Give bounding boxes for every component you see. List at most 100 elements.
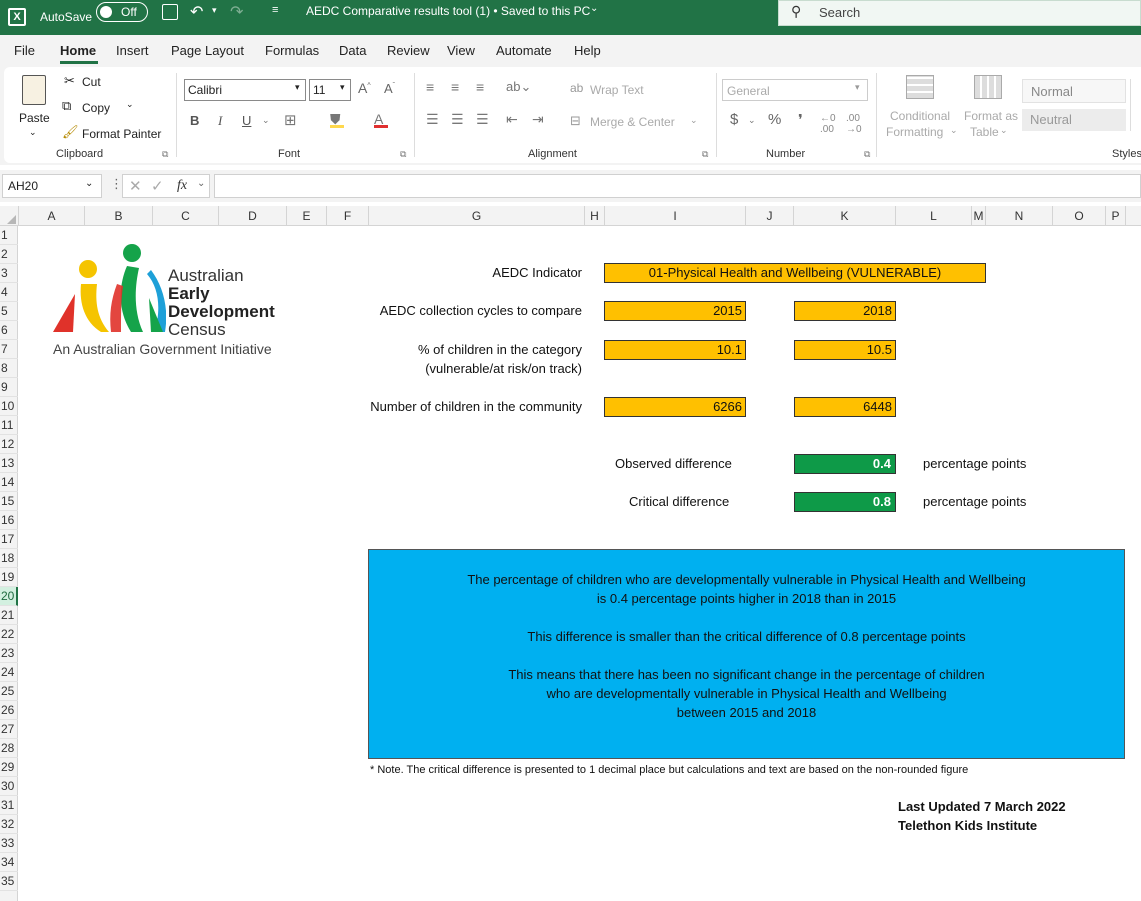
- row-header[interactable]: 10: [0, 397, 18, 416]
- observed-diff-cell[interactable]: 0.4: [794, 454, 896, 474]
- percent-icon[interactable]: %: [768, 111, 781, 128]
- row-header[interactable]: 11: [0, 416, 18, 435]
- paste-button[interactable]: Paste ⌄: [14, 71, 54, 143]
- row-header[interactable]: 7: [0, 340, 18, 359]
- row-header[interactable]: 21: [0, 606, 18, 625]
- tab-file[interactable]: File: [14, 43, 35, 58]
- row-header[interactable]: 28: [0, 739, 18, 758]
- document-title[interactable]: AEDC Comparative results tool (1) • Save…: [306, 4, 590, 18]
- row-header[interactable]: 27: [0, 720, 18, 739]
- cycle-1-input[interactable]: 2015: [604, 301, 746, 321]
- num-cycle-2-cell[interactable]: 6448: [794, 397, 896, 417]
- format-as-table-icon[interactable]: [974, 75, 1002, 99]
- italic-icon[interactable]: I: [218, 113, 222, 129]
- tab-page-layout[interactable]: Page Layout: [171, 43, 244, 58]
- cut-button[interactable]: Cut: [82, 75, 101, 89]
- orientation-icon[interactable]: ab⌄: [506, 79, 531, 95]
- insert-function-icon[interactable]: fx: [177, 178, 187, 194]
- select-all-corner[interactable]: [0, 206, 19, 226]
- bold-icon[interactable]: B: [190, 113, 199, 128]
- undo-icon[interactable]: ↶: [190, 2, 203, 22]
- column-header[interactable]: M: [972, 206, 986, 226]
- column-header[interactable]: B: [85, 206, 153, 226]
- excel-app-icon[interactable]: X: [8, 8, 26, 26]
- redo-icon[interactable]: ↷: [230, 2, 243, 22]
- currency-icon[interactable]: $: [730, 111, 738, 128]
- row-header[interactable]: 35: [0, 872, 18, 891]
- row-header[interactable]: 34: [0, 853, 18, 872]
- column-header[interactable]: I: [605, 206, 746, 226]
- row-header[interactable]: 29: [0, 758, 18, 777]
- format-painter-button[interactable]: Format Painter: [82, 127, 161, 141]
- critical-diff-cell[interactable]: 0.8: [794, 492, 896, 512]
- row-header[interactable]: 31: [0, 796, 18, 815]
- decrease-indent-icon[interactable]: ⇤: [506, 111, 518, 128]
- align-center-icon[interactable]: ☰: [451, 111, 464, 128]
- row-header[interactable]: 33: [0, 834, 18, 853]
- copy-dropdown-icon[interactable]: ⌄: [126, 99, 134, 110]
- row-header[interactable]: 12: [0, 435, 18, 454]
- cancel-icon[interactable]: ✕: [129, 177, 142, 195]
- font-size-select[interactable]: 11 ▾: [309, 79, 351, 101]
- pct-cycle-2-cell[interactable]: 10.5: [794, 340, 896, 360]
- fill-color-icon[interactable]: ⛊: [330, 111, 344, 128]
- result-message-box[interactable]: The percentage of children who are devel…: [368, 549, 1125, 759]
- row-header[interactable]: 8: [0, 359, 18, 378]
- number-format-select[interactable]: General ▾: [722, 79, 868, 101]
- underline-icon[interactable]: U: [242, 113, 251, 128]
- formula-input[interactable]: [214, 174, 1141, 198]
- row-header[interactable]: 26: [0, 701, 18, 720]
- font-name-select[interactable]: Calibri ▾: [184, 79, 306, 101]
- comma-icon[interactable]: ❜: [798, 111, 803, 129]
- save-icon[interactable]: [162, 4, 178, 20]
- row-header[interactable]: 32: [0, 815, 18, 834]
- indicator-dropdown[interactable]: 01-Physical Health and Wellbeing (VULNER…: [604, 263, 986, 283]
- customize-toolbar-icon[interactable]: ≡: [272, 4, 278, 16]
- row-header[interactable]: 14: [0, 473, 18, 492]
- merge-dropdown-icon[interactable]: ⌄: [690, 115, 698, 126]
- borders-icon[interactable]: ⊞: [284, 111, 297, 129]
- row-header[interactable]: 20: [0, 587, 18, 606]
- align-left-icon[interactable]: ☰: [426, 111, 439, 128]
- column-header[interactable]: F: [327, 206, 369, 226]
- column-header[interactable]: J: [746, 206, 794, 226]
- decrease-decimal-icon[interactable]: .00 →0: [846, 113, 862, 135]
- row-header[interactable]: 15: [0, 492, 18, 511]
- cell-style-normal[interactable]: Normal: [1022, 79, 1126, 103]
- format-painter-icon[interactable]: 🖌: [62, 124, 79, 140]
- row-header[interactable]: 13: [0, 454, 18, 473]
- tab-view[interactable]: View: [447, 43, 475, 58]
- tab-review[interactable]: Review: [387, 43, 430, 58]
- title-chevron-icon[interactable]: ⌄: [590, 3, 598, 14]
- tab-help[interactable]: Help: [574, 43, 601, 58]
- merge-center-button[interactable]: Merge & Center: [590, 115, 675, 129]
- row-header[interactable]: 17: [0, 530, 18, 549]
- align-right-icon[interactable]: ☰: [476, 111, 489, 128]
- conditional-formatting-icon[interactable]: [906, 75, 934, 99]
- column-header[interactable]: A: [19, 206, 85, 226]
- search-box[interactable]: ⚲ Search: [778, 0, 1141, 26]
- cycle-2-input[interactable]: 2018: [794, 301, 896, 321]
- tab-data[interactable]: Data: [339, 43, 366, 58]
- row-header[interactable]: 9: [0, 378, 18, 397]
- cell-style-more[interactable]: [1130, 79, 1141, 131]
- column-header[interactable]: C: [153, 206, 219, 226]
- column-header[interactable]: E: [287, 206, 327, 226]
- column-header[interactable]: H: [585, 206, 605, 226]
- name-box[interactable]: AH20 ⌄: [2, 174, 102, 198]
- column-header[interactable]: P: [1106, 206, 1126, 226]
- row-header[interactable]: 4: [0, 283, 18, 302]
- row-header[interactable]: 3: [0, 264, 18, 283]
- row-header[interactable]: 6: [0, 321, 18, 340]
- align-top-icon[interactable]: ≡: [426, 79, 434, 95]
- wrap-text-icon[interactable]: ab: [570, 81, 583, 95]
- merge-center-icon[interactable]: ⊟: [570, 113, 581, 129]
- worksheet[interactable]: Australian Early Development Census An A…: [19, 226, 1141, 901]
- clipboard-launcher-icon[interactable]: ⧉: [162, 149, 168, 160]
- column-header[interactable]: K: [794, 206, 896, 226]
- tab-home[interactable]: Home: [60, 43, 96, 58]
- row-header[interactable]: 18: [0, 549, 18, 568]
- row-header[interactable]: 30: [0, 777, 18, 796]
- alignment-launcher-icon[interactable]: ⧉: [702, 149, 708, 160]
- num-cycle-1-cell[interactable]: 6266: [604, 397, 746, 417]
